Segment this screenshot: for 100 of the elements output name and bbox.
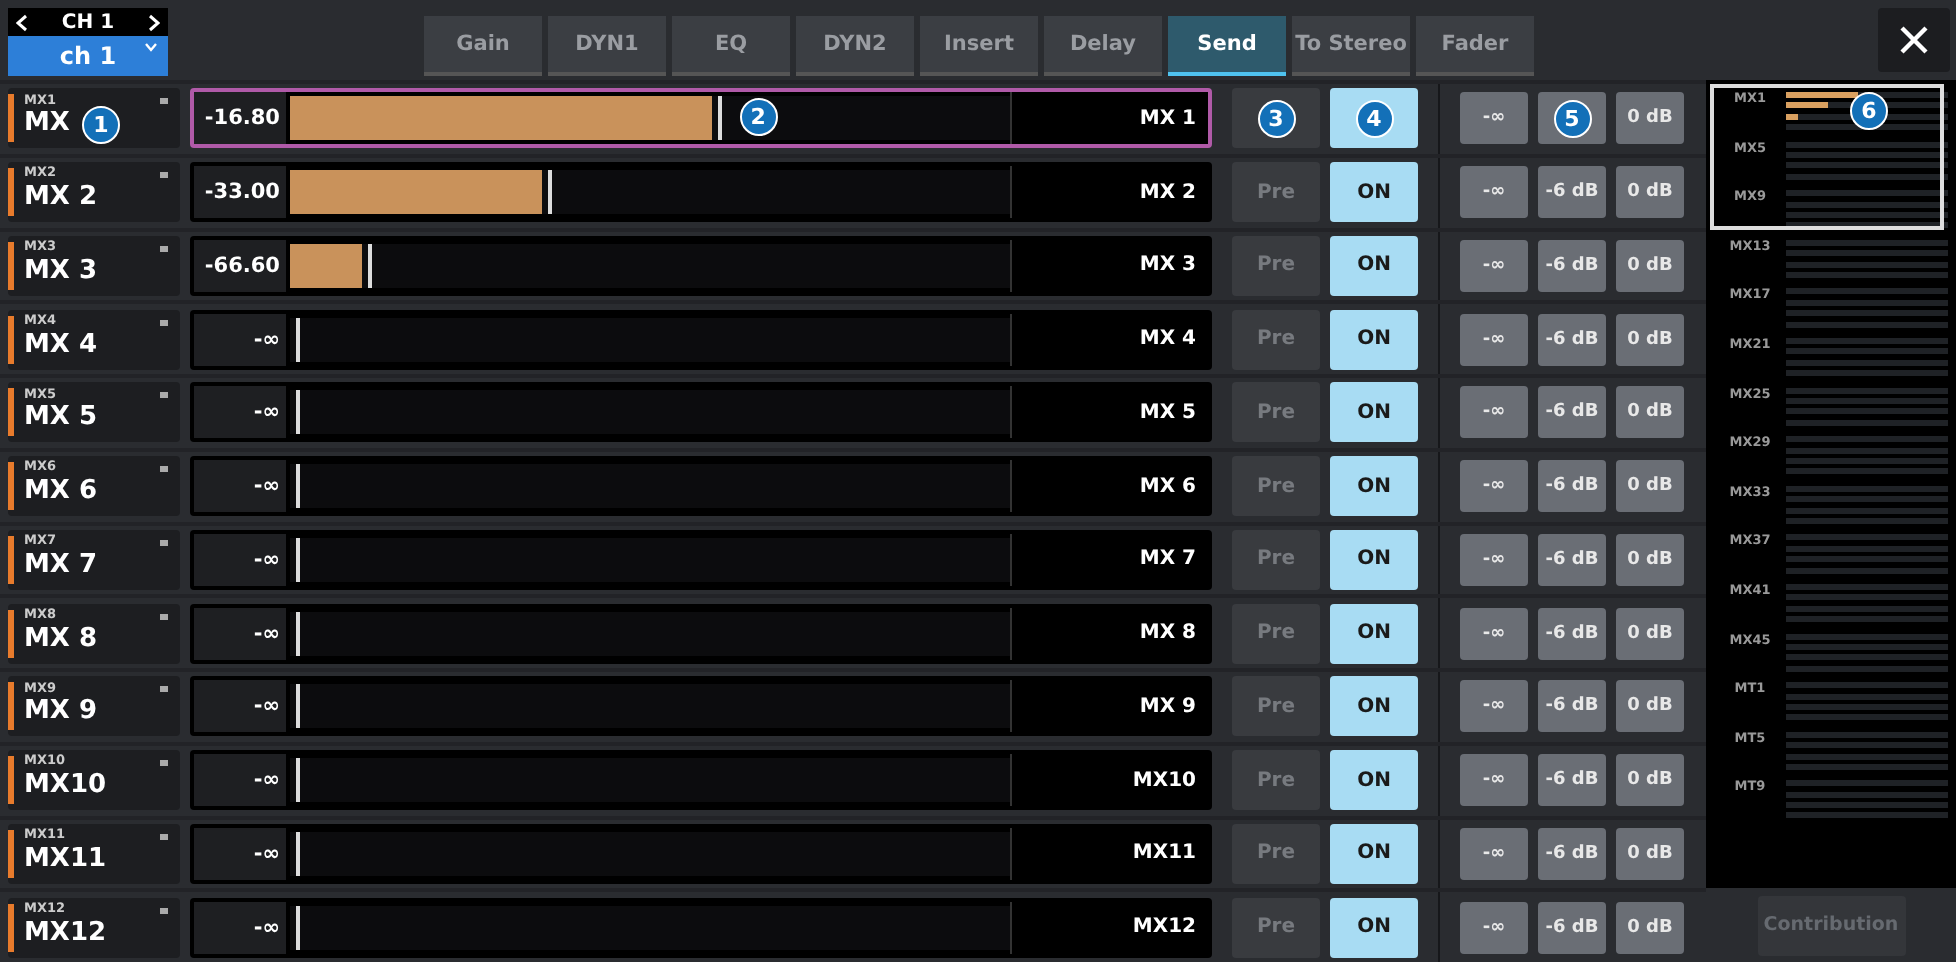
level-preset-button[interactable]: 0 dB — [1616, 533, 1684, 586]
tab[interactable]: DYN2 — [796, 16, 914, 76]
level-preset-button[interactable]: -6 dB — [1538, 754, 1606, 807]
pre-button[interactable]: Pre — [1232, 382, 1320, 443]
fader-handle[interactable] — [296, 905, 300, 950]
send-level-fader[interactable]: -∞ MX 9 — [190, 676, 1212, 737]
level-preset-button[interactable]: -6 dB — [1538, 607, 1606, 660]
level-preset-button[interactable]: 5 — [1538, 92, 1606, 145]
send-on-button[interactable]: ON — [1330, 750, 1418, 811]
level-preset-button[interactable]: 0 dB — [1616, 607, 1684, 660]
send-level-value: -∞ — [194, 460, 286, 513]
level-preset-button[interactable]: -∞ — [1460, 239, 1528, 292]
tab[interactable]: EQ — [672, 16, 790, 76]
fader-handle[interactable] — [296, 537, 300, 582]
send-level-fader[interactable]: -∞ MX 8 — [190, 603, 1212, 664]
send-on-button[interactable]: ON — [1330, 309, 1418, 370]
pre-button[interactable]: Pre — [1232, 603, 1320, 664]
tab[interactable]: DYN1 — [548, 16, 666, 76]
fader-handle[interactable] — [296, 758, 300, 803]
send-level-fader[interactable]: -∞ MX11 — [190, 823, 1212, 884]
pre-button[interactable]: 3 — [1232, 88, 1320, 149]
close-button[interactable] — [1878, 8, 1950, 72]
level-preset-button[interactable]: 0 dB — [1616, 460, 1684, 513]
tab[interactable]: Fader — [1416, 16, 1534, 76]
tab[interactable]: Gain — [424, 16, 542, 76]
pre-button[interactable]: Pre — [1232, 309, 1320, 370]
level-preset-button[interactable]: 0 dB — [1616, 239, 1684, 292]
level-preset-button[interactable]: 0 dB — [1616, 680, 1684, 733]
level-preset-button[interactable]: 0 dB — [1616, 313, 1684, 366]
level-preset-button[interactable]: -∞ — [1460, 313, 1528, 366]
send-level-fader[interactable]: -33.00 MX 2 — [190, 162, 1212, 223]
pre-button[interactable]: Pre — [1232, 456, 1320, 517]
send-on-button[interactable]: ON — [1330, 162, 1418, 223]
send-on-button[interactable]: ON — [1330, 235, 1418, 296]
level-preset-button[interactable]: 0 dB — [1616, 754, 1684, 807]
fader-handle[interactable] — [296, 317, 300, 362]
send-level-fader[interactable]: -∞ MX 6 — [190, 456, 1212, 517]
send-level-fader[interactable]: -66.60 MX 3 — [190, 235, 1212, 296]
level-preset-button[interactable]: 0 dB — [1616, 92, 1684, 145]
send-level-fader[interactable]: -∞ MX12 — [190, 897, 1212, 958]
level-preset-button[interactable]: -6 dB — [1538, 313, 1606, 366]
caret-icon — [144, 42, 158, 52]
fader-handle[interactable] — [548, 170, 552, 215]
send-on-button[interactable]: ON — [1330, 529, 1418, 590]
level-preset-button[interactable]: -∞ — [1460, 92, 1528, 145]
level-preset-button[interactable]: -∞ — [1460, 460, 1528, 513]
view-frame[interactable] — [1710, 84, 1944, 230]
send-level-fader[interactable]: -16.80 2 MX 1 — [190, 88, 1212, 149]
tab[interactable]: Insert — [920, 16, 1038, 76]
level-preset-button[interactable]: 0 dB — [1616, 827, 1684, 880]
fader-handle[interactable] — [296, 390, 300, 435]
pre-button[interactable]: Pre — [1232, 897, 1320, 958]
level-preset-button[interactable]: -6 dB — [1538, 386, 1606, 439]
level-preset-button[interactable]: -6 dB — [1538, 827, 1606, 880]
level-preset-button[interactable]: 0 dB — [1616, 386, 1684, 439]
send-on-button[interactable]: ON — [1330, 456, 1418, 517]
level-preset-button[interactable]: -∞ — [1460, 607, 1528, 660]
pre-button[interactable]: Pre — [1232, 676, 1320, 737]
fader-handle[interactable] — [368, 243, 372, 288]
level-preset-button[interactable]: -∞ — [1460, 386, 1528, 439]
send-on-button[interactable]: 4 — [1330, 88, 1418, 149]
send-level-fader[interactable]: -∞ MX 4 — [190, 309, 1212, 370]
level-preset-button[interactable]: 0 dB — [1616, 901, 1684, 954]
pre-button[interactable]: Pre — [1232, 162, 1320, 223]
fader-handle[interactable] — [717, 96, 722, 141]
level-preset-button[interactable]: -6 dB — [1538, 460, 1606, 513]
channel-name-dropdown[interactable]: ch 1 — [8, 36, 168, 76]
fader-handle[interactable] — [296, 831, 300, 876]
send-on-button[interactable]: ON — [1330, 897, 1418, 958]
level-preset-button[interactable]: -∞ — [1460, 901, 1528, 954]
level-preset-button[interactable]: -∞ — [1460, 533, 1528, 586]
tab[interactable]: To Stereo — [1292, 16, 1410, 76]
send-on-button[interactable]: ON — [1330, 823, 1418, 884]
level-preset-button[interactable]: -6 dB — [1538, 533, 1606, 586]
level-preset-button[interactable]: -6 dB — [1538, 680, 1606, 733]
level-preset-button[interactable]: -∞ — [1460, 827, 1528, 880]
send-level-fader[interactable]: -∞ MX 7 — [190, 529, 1212, 590]
callout-badge: 1 — [81, 106, 120, 145]
level-preset-button[interactable]: -∞ — [1460, 754, 1528, 807]
send-level-fader[interactable]: -∞ MX10 — [190, 750, 1212, 811]
send-on-button[interactable]: ON — [1330, 603, 1418, 664]
pre-button[interactable]: Pre — [1232, 823, 1320, 884]
channel-selector[interactable]: CH 1 — [8, 8, 168, 36]
pre-button[interactable]: Pre — [1232, 235, 1320, 296]
level-preset-button[interactable]: -∞ — [1460, 680, 1528, 733]
tab[interactable]: Send — [1168, 16, 1286, 76]
level-preset-button[interactable]: 0 dB — [1616, 166, 1684, 219]
pre-button[interactable]: Pre — [1232, 529, 1320, 590]
send-on-button[interactable]: ON — [1330, 382, 1418, 443]
fader-handle[interactable] — [296, 684, 300, 729]
send-level-fader[interactable]: -∞ MX 5 — [190, 382, 1212, 443]
level-preset-button[interactable]: -6 dB — [1538, 166, 1606, 219]
level-preset-button[interactable]: -6 dB — [1538, 239, 1606, 292]
fader-handle[interactable] — [296, 611, 300, 656]
fader-handle[interactable] — [296, 464, 300, 509]
level-preset-button[interactable]: -6 dB — [1538, 901, 1606, 954]
send-on-button[interactable]: ON — [1330, 676, 1418, 737]
pre-button[interactable]: Pre — [1232, 750, 1320, 811]
level-preset-button[interactable]: -∞ — [1460, 166, 1528, 219]
tab[interactable]: Delay — [1044, 16, 1162, 76]
